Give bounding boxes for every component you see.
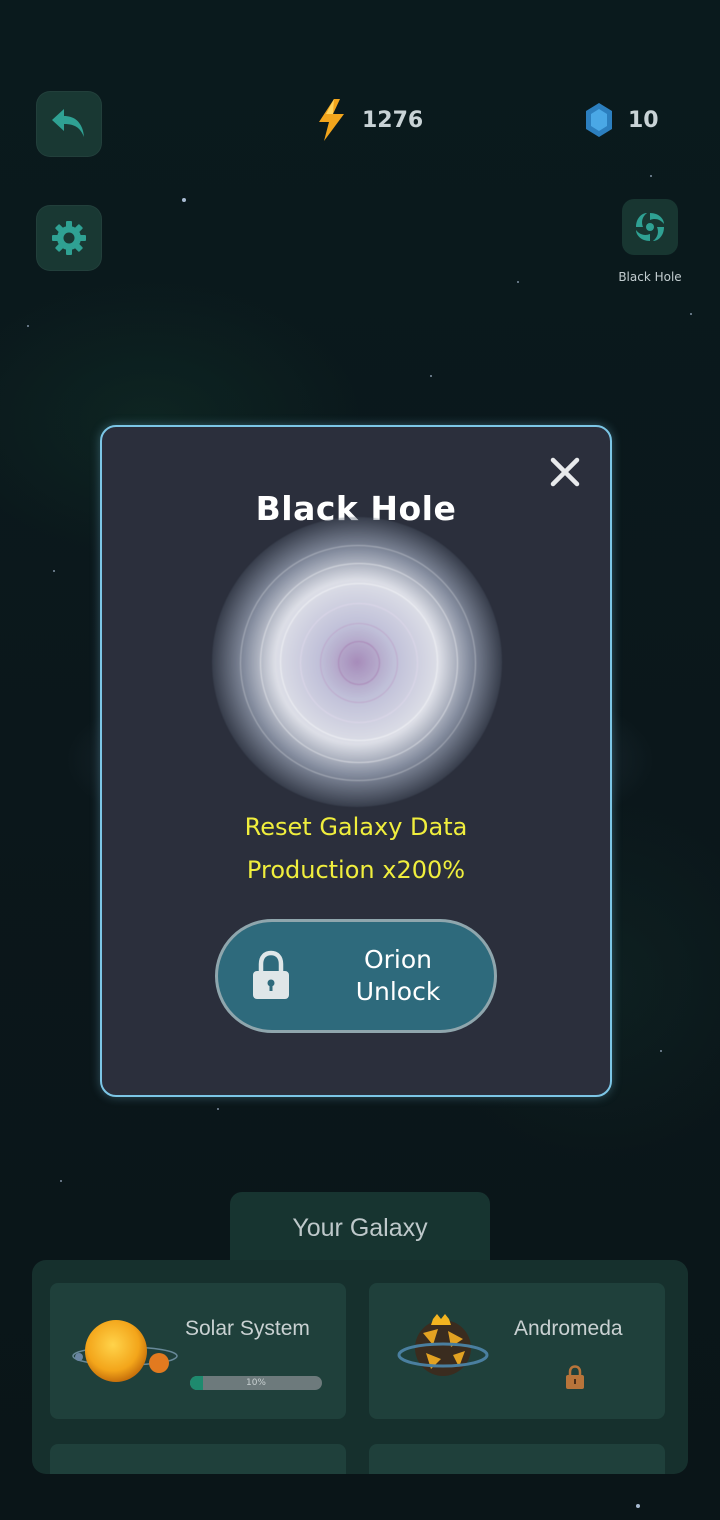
lock-icon [566, 1365, 584, 1389]
star [690, 313, 692, 315]
effect-reset-text: Reset Galaxy Data [244, 813, 468, 841]
gem-value: 10 [628, 107, 659, 133]
gem-counter: 10 [584, 102, 659, 138]
black-hole-label: Black Hole [618, 270, 682, 284]
star [650, 175, 652, 177]
galaxy-card-partial[interactable] [50, 1444, 346, 1474]
star [53, 570, 55, 572]
star [660, 1050, 662, 1052]
effect-production-text: Production x200% [246, 856, 466, 884]
back-arrow-icon [52, 109, 84, 137]
vortex-icon [636, 213, 664, 241]
galaxy-card-partial[interactable] [369, 1444, 665, 1474]
solar-system-progress: 10% [190, 1376, 322, 1390]
progress-label: 10% [245, 1378, 266, 1388]
unlock-line-1: Orion [363, 945, 433, 974]
close-icon [550, 457, 580, 487]
star [60, 1180, 62, 1182]
unlock-label: Orion Unlock [323, 944, 473, 1008]
galaxy-name-andromeda: Andromeda [514, 1317, 623, 1340]
sun-planet-icon [72, 1320, 178, 1382]
star [430, 375, 432, 377]
star [517, 281, 519, 283]
black-hole-dialog: Black Hole Reset Galaxy Data Production … [100, 425, 612, 1097]
black-hole-image [212, 517, 502, 807]
hexagon-gem-icon [586, 103, 612, 137]
unlock-line-2: Unlock [355, 977, 441, 1006]
orion-unlock-button[interactable]: Orion Unlock [215, 919, 497, 1033]
star [636, 1504, 640, 1508]
star [27, 325, 29, 327]
andromeda-planet-icon [397, 1314, 489, 1376]
energy-counter: 1276 [314, 98, 423, 142]
lightning-icon [319, 99, 344, 141]
lock-icon [253, 950, 289, 999]
back-button[interactable] [36, 91, 102, 157]
close-button[interactable] [548, 455, 582, 489]
settings-button[interactable] [36, 205, 102, 271]
your-galaxy-label: Your Galaxy [292, 1214, 428, 1242]
energy-value: 1276 [362, 107, 424, 133]
star [217, 1108, 219, 1110]
black-hole-button[interactable] [622, 199, 678, 255]
galaxy-card-solar-system[interactable]: Solar System 10% [50, 1283, 346, 1419]
galaxy-panel: Solar System 10% Andromeda [32, 1260, 688, 1474]
galaxy-name-solar-system: Solar System [185, 1317, 310, 1340]
your-galaxy-tab[interactable]: Your Galaxy [230, 1192, 490, 1264]
gear-icon [52, 221, 86, 255]
galaxy-card-andromeda[interactable]: Andromeda [369, 1283, 665, 1419]
star [182, 198, 186, 202]
